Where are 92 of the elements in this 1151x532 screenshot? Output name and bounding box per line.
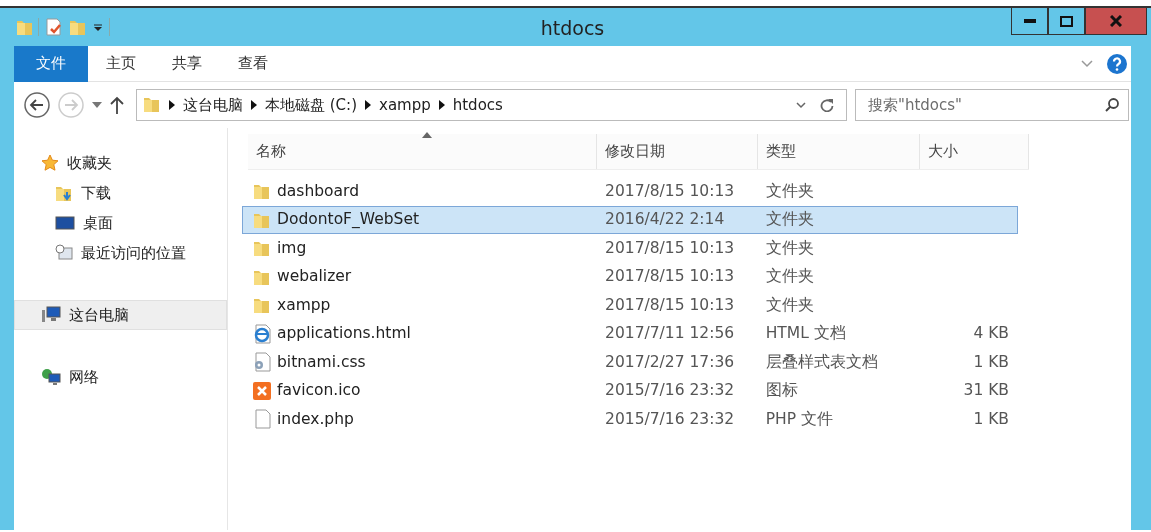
folder-icon xyxy=(253,182,271,201)
computer-icon xyxy=(41,306,61,324)
file-name: DodontoF_WebSet xyxy=(277,209,420,231)
ribbon-tab[interactable]: 共享 xyxy=(154,45,220,82)
chevron-icon xyxy=(251,100,257,110)
sidebar-item[interactable]: 下载 xyxy=(14,178,227,208)
up-arrow-icon[interactable] xyxy=(110,96,124,114)
folder-icon xyxy=(253,239,271,258)
sidebar-item[interactable]: 网络 xyxy=(14,362,227,392)
address-bar[interactable]: 这台电脑 本地磁盘 (C:) xampp htdocs xyxy=(136,89,847,121)
close-icon xyxy=(1110,15,1122,27)
file-name: xampp xyxy=(277,294,331,316)
modified-date: 2017/8/15 10:13 xyxy=(605,267,735,286)
modified-date: 2017/8/15 10:13 xyxy=(605,295,735,314)
file-row[interactable]: img 2017/8/15 10:13 文件夹 xyxy=(242,234,1018,263)
close-button[interactable] xyxy=(1085,8,1147,35)
sidebar-item[interactable]: 最近访问的位置 xyxy=(14,238,227,268)
file-type: 层叠样式表文档 xyxy=(765,352,878,371)
file-type: 文件夹 xyxy=(765,295,814,314)
help-icon[interactable] xyxy=(1107,53,1127,74)
download-folder-icon xyxy=(55,184,73,202)
file-size: 31 KB xyxy=(963,381,1009,400)
file-type: HTML 文档 xyxy=(765,324,846,343)
modified-date: 2015/7/16 23:32 xyxy=(605,381,735,400)
file-name: favicon.ico xyxy=(277,380,361,402)
sidebar-item[interactable]: 收藏夹 xyxy=(14,148,227,178)
file-type: 文件夹 xyxy=(765,210,814,229)
chevron-icon[interactable] xyxy=(1081,59,1093,68)
sidebar-item[interactable]: 这台电脑 xyxy=(14,300,227,330)
chevron-icon xyxy=(169,100,175,110)
file-type: 文件夹 xyxy=(765,181,814,200)
sidebar-item[interactable]: 桌面 xyxy=(14,208,227,238)
file-row[interactable]: dashboard 2017/8/15 10:13 文件夹 xyxy=(242,177,1018,206)
file-name: index.php xyxy=(277,408,354,430)
window-title: htdocs xyxy=(540,17,605,39)
minimize-button[interactable] xyxy=(1011,8,1048,35)
file-type: 文件夹 xyxy=(765,238,814,257)
modified-date: 2016/4/22 2:14 xyxy=(605,210,725,229)
file-size: 1 KB xyxy=(973,352,1009,371)
file-row[interactable]: favicon.ico 2015/7/16 23:32 图标 31 KB xyxy=(242,376,1018,405)
breadcrumb[interactable]: htdocs xyxy=(452,93,503,117)
refresh-icon[interactable] xyxy=(820,98,834,112)
ribbon-tab[interactable]: 文件 xyxy=(14,45,88,82)
file-name: img xyxy=(277,237,307,259)
file-name: dashboard xyxy=(277,180,359,202)
maximize-button[interactable] xyxy=(1048,8,1085,35)
column-header[interactable]: 大小 xyxy=(920,134,1029,169)
file-row[interactable]: xampp 2017/8/15 10:13 文件夹 xyxy=(242,291,1018,320)
column-header[interactable]: 修改日期 xyxy=(597,134,758,169)
modified-date: 2017/8/15 10:13 xyxy=(605,238,735,257)
column-header[interactable]: 类型 xyxy=(758,134,920,169)
file-type: PHP 文件 xyxy=(765,409,833,428)
chevron-icon xyxy=(365,100,371,110)
file-type: 图标 xyxy=(765,381,798,400)
breadcrumb[interactable]: 本地磁盘 (C:) xyxy=(265,93,357,117)
folder-icon xyxy=(253,296,271,315)
desktop-icon xyxy=(55,215,75,231)
breadcrumb[interactable]: 这台电脑 xyxy=(183,93,243,117)
dropdown-icon[interactable] xyxy=(92,102,102,108)
file-name: webalizer xyxy=(277,266,352,288)
modified-date: 2015/7/16 23:32 xyxy=(605,409,735,428)
dropdown-icon[interactable] xyxy=(93,22,103,32)
modified-date: 2017/8/15 10:13 xyxy=(605,181,735,200)
document-icon xyxy=(253,323,271,344)
star-icon xyxy=(41,154,59,172)
file-size: 1 KB xyxy=(973,409,1009,428)
file-row[interactable]: webalizer 2017/8/15 10:13 文件夹 xyxy=(242,262,1018,291)
network-icon xyxy=(41,368,61,386)
search-field[interactable]: 搜索"htdocs" xyxy=(855,89,1129,121)
file-name: applications.html xyxy=(277,323,411,345)
properties-icon[interactable] xyxy=(45,18,63,36)
file-type: 文件夹 xyxy=(765,267,814,286)
file-row[interactable]: index.php 2015/7/16 23:32 PHP 文件 1 KB xyxy=(242,405,1018,434)
file-row[interactable]: applications.html 2017/7/11 12:56 HTML 文档 4 KB xyxy=(242,319,1018,348)
back-icon[interactable] xyxy=(24,92,50,118)
file-size: 4 KB xyxy=(973,324,1009,343)
modified-date: 2017/7/11 12:56 xyxy=(605,324,735,343)
ribbon-tab[interactable]: 主页 xyxy=(88,45,154,82)
file-row[interactable]: DodontoF_WebSet 2016/4/22 2:14 文件夹 xyxy=(242,205,1018,234)
document-icon xyxy=(253,409,271,430)
breadcrumb[interactable]: xampp xyxy=(379,93,431,117)
search-icon xyxy=(1105,98,1119,112)
maximize-icon xyxy=(1060,15,1073,27)
file-row[interactable]: bitnami.css 2017/2/27 17:36 层叠样式表文档 1 KB xyxy=(242,348,1018,377)
folder-icon xyxy=(143,95,161,115)
column-header[interactable]: 名称 xyxy=(248,134,597,169)
modified-date: 2017/2/27 17:36 xyxy=(605,352,735,371)
minimize-icon xyxy=(1023,18,1036,24)
file-name: bitnami.css xyxy=(277,351,366,373)
chevron-icon xyxy=(438,100,445,110)
dropdown-icon[interactable] xyxy=(796,101,806,109)
ribbon-tab[interactable]: 查看 xyxy=(220,45,286,82)
